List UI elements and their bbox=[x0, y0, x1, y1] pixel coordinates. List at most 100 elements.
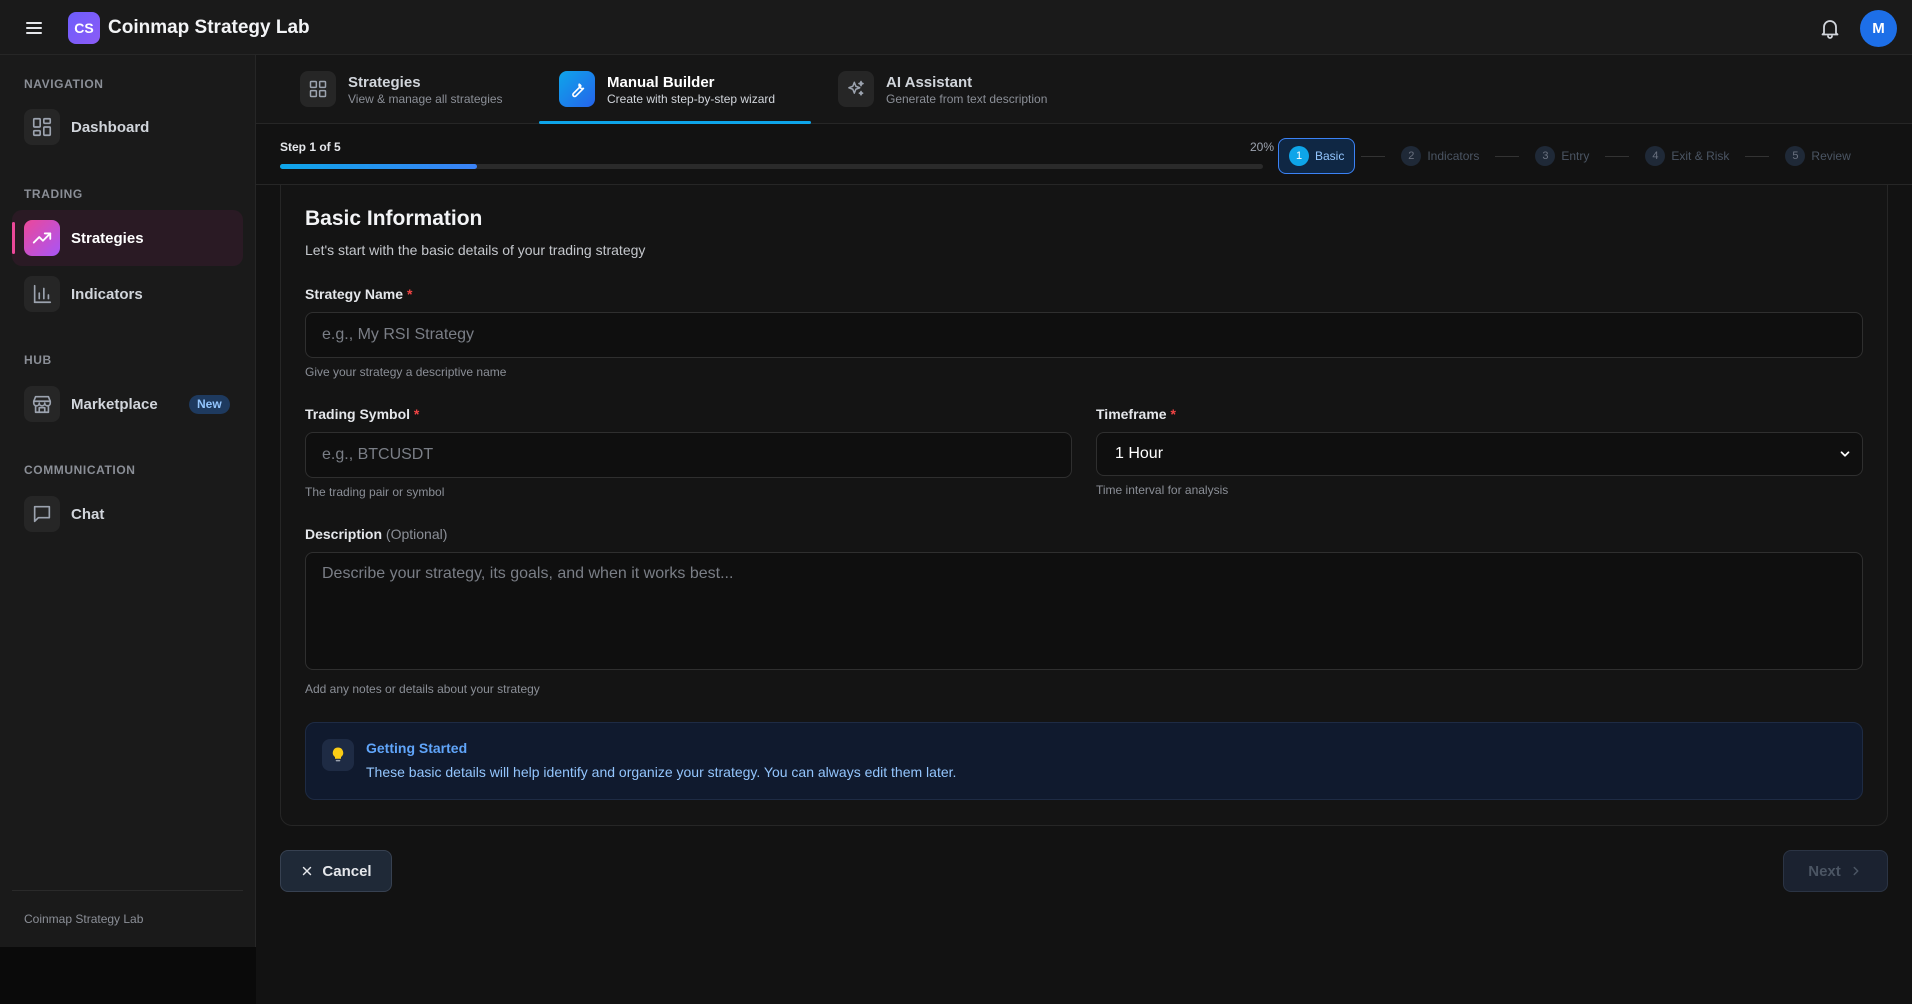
hamburger-menu-icon[interactable] bbox=[22, 16, 46, 40]
strategy-name-help: Give your strategy a descriptive name bbox=[305, 365, 507, 379]
label-text: Description bbox=[305, 526, 383, 542]
section-label-communication: COMMUNICATION bbox=[24, 463, 136, 477]
bar-chart-icon bbox=[24, 276, 60, 312]
cancel-label: Cancel bbox=[322, 862, 372, 880]
step-number: 3 bbox=[1535, 146, 1556, 166]
step-number: 5 bbox=[1785, 146, 1806, 166]
sidebar-item-label: Marketplace bbox=[71, 395, 158, 413]
wizard-stepper: 1 Basic 2 Indicators 3 Entry 4 Exit & Ri… bbox=[1278, 138, 1861, 174]
sidebar-divider bbox=[12, 890, 243, 891]
tab-subtitle: Generate from text description bbox=[886, 92, 1048, 106]
optional-text: (Optional) bbox=[385, 526, 448, 542]
chat-icon bbox=[24, 496, 60, 532]
getting-started-tip: Getting Started These basic details will… bbox=[305, 722, 1863, 800]
lightbulb-icon bbox=[322, 739, 354, 771]
required-mark: * bbox=[413, 406, 420, 422]
wrench-icon bbox=[559, 71, 595, 107]
strategy-name-input[interactable] bbox=[305, 312, 1863, 358]
notification-bell-icon[interactable] bbox=[1818, 16, 1842, 40]
wizard-progress: Step 1 of 5 20% 1 Basic 2 Indicators 3 E… bbox=[256, 124, 1912, 185]
step-label: Exit & Risk bbox=[1671, 149, 1730, 163]
step-connector bbox=[1361, 155, 1386, 157]
trending-up-icon bbox=[24, 220, 60, 256]
step-connector bbox=[1605, 155, 1630, 157]
step-counter: Step 1 of 5 bbox=[280, 140, 341, 154]
label-text: Strategy Name bbox=[305, 286, 404, 302]
step-label: Entry bbox=[1561, 149, 1590, 163]
tab-ai-assistant[interactable]: AI Assistant Generate from text descript… bbox=[838, 55, 1078, 124]
label-text: Trading Symbol bbox=[305, 406, 411, 422]
description-textarea[interactable] bbox=[305, 552, 1863, 670]
tab-strategies[interactable]: Strategies View & manage all strategies bbox=[300, 55, 520, 124]
next-label: Next bbox=[1808, 862, 1841, 880]
required-mark: * bbox=[1170, 406, 1176, 422]
section-label-hub: HUB bbox=[24, 353, 52, 367]
user-avatar[interactable]: M bbox=[1860, 10, 1897, 47]
timeframe-select[interactable]: 1 Hour bbox=[1096, 432, 1863, 476]
dashboard-icon bbox=[24, 109, 60, 145]
trading-symbol-input[interactable] bbox=[305, 432, 1072, 478]
progress-bar bbox=[280, 164, 1263, 169]
card-subtitle: Let's start with the basic details of yo… bbox=[305, 242, 646, 258]
step-basic[interactable]: 1 Basic bbox=[1278, 138, 1356, 174]
grid-icon bbox=[300, 71, 336, 107]
app-logo[interactable]: CS bbox=[68, 12, 100, 44]
chevron-right-icon bbox=[1853, 866, 1859, 876]
sidebar-footer: Coinmap Strategy Lab bbox=[24, 912, 144, 926]
tab-manual-builder[interactable]: Manual Builder Create with step-by-step … bbox=[559, 55, 799, 124]
sidebar-item-label: Strategies bbox=[71, 229, 144, 247]
step-number: 2 bbox=[1401, 146, 1422, 166]
step-connector bbox=[1745, 155, 1770, 157]
sidebar-item-indicators[interactable]: Indicators bbox=[12, 266, 243, 322]
step-exit-risk[interactable]: 4 Exit & Risk bbox=[1635, 138, 1739, 174]
sidebar-item-label: Chat bbox=[71, 505, 105, 523]
close-icon bbox=[303, 866, 312, 876]
tab-title: Manual Builder bbox=[607, 74, 715, 91]
step-connector bbox=[1495, 155, 1520, 157]
tip-text: These basic details will help identify a… bbox=[366, 764, 957, 780]
card-title: Basic Information bbox=[305, 207, 483, 230]
sparkles-icon bbox=[838, 71, 874, 107]
timeframe-help: Time interval for analysis bbox=[1096, 483, 1229, 497]
top-bar: CS Coinmap Strategy Lab M bbox=[0, 0, 1912, 55]
sidebar-item-label: Indicators bbox=[71, 285, 143, 303]
store-icon bbox=[24, 386, 60, 422]
description-help: Add any notes or details about your stra… bbox=[305, 682, 540, 696]
trading-symbol-help: The trading pair or symbol bbox=[305, 485, 445, 499]
cancel-button[interactable]: Cancel bbox=[280, 850, 392, 892]
basic-information-card: Basic Information Let's start with the b… bbox=[280, 185, 1888, 826]
step-label: Review bbox=[1811, 149, 1851, 163]
sidebar-item-dashboard[interactable]: Dashboard bbox=[12, 99, 243, 155]
sidebar-item-marketplace[interactable]: Marketplace New bbox=[12, 376, 243, 432]
step-indicators[interactable]: 2 Indicators bbox=[1391, 138, 1489, 174]
tip-title: Getting Started bbox=[366, 740, 468, 756]
tab-title: Strategies bbox=[348, 74, 421, 91]
sidebar-item-chat[interactable]: Chat bbox=[12, 486, 243, 542]
tab-subtitle: Create with step-by-step wizard bbox=[607, 92, 776, 106]
timeframe-label: Timeframe * bbox=[1096, 406, 1176, 422]
step-number: 1 bbox=[1289, 146, 1309, 166]
sidebar-item-label: Dashboard bbox=[71, 118, 150, 136]
step-label: Basic bbox=[1315, 149, 1345, 163]
strategy-name-label: Strategy Name * bbox=[305, 286, 412, 302]
label-text: Timeframe bbox=[1096, 406, 1167, 422]
timeframe-selected-value: 1 Hour bbox=[1115, 445, 1164, 462]
trading-symbol-label: Trading Symbol * bbox=[305, 406, 419, 422]
required-mark: * bbox=[406, 286, 413, 302]
builder-tabs: Strategies View & manage all strategies … bbox=[256, 55, 1912, 124]
step-number: 4 bbox=[1645, 146, 1666, 166]
tab-title: AI Assistant bbox=[886, 74, 973, 91]
tab-subtitle: View & manage all strategies bbox=[348, 92, 503, 106]
step-label: Indicators bbox=[1427, 149, 1480, 163]
app-title: Coinmap Strategy Lab bbox=[108, 17, 310, 38]
step-review[interactable]: 5 Review bbox=[1775, 138, 1860, 174]
new-badge: New bbox=[189, 395, 230, 414]
description-label: Description (Optional) bbox=[305, 526, 447, 542]
sidebar-item-strategies[interactable]: Strategies bbox=[12, 210, 243, 266]
next-button[interactable]: Next bbox=[1783, 850, 1888, 892]
chevron-down-icon bbox=[1840, 451, 1850, 457]
sidebar: NAVIGATION Dashboard TRADING Strategies … bbox=[0, 55, 256, 947]
section-label-navigation: NAVIGATION bbox=[24, 77, 104, 91]
progress-percent: 20% bbox=[1249, 140, 1274, 154]
step-entry[interactable]: 3 Entry bbox=[1525, 138, 1599, 174]
